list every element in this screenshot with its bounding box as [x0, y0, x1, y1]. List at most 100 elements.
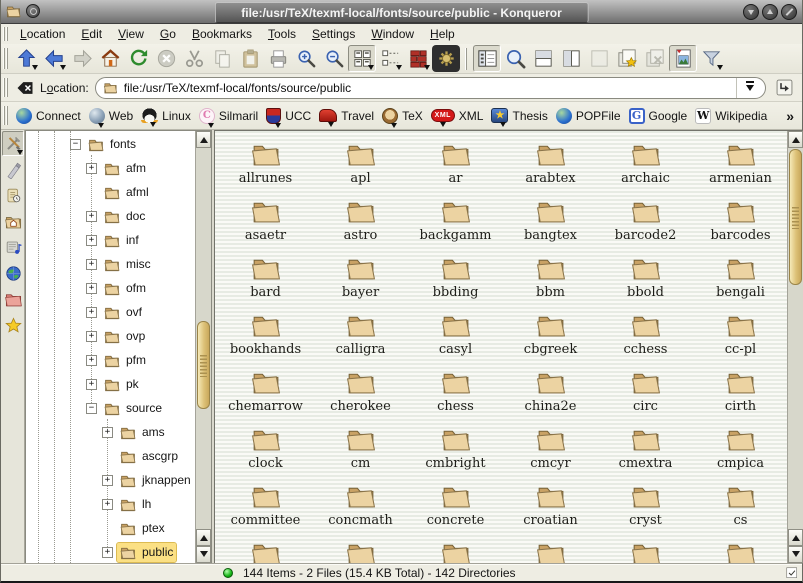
reload-button[interactable]: [124, 45, 152, 72]
expand-icon[interactable]: +: [86, 331, 97, 342]
tree-item-ascgrp[interactable]: ascgrp: [26, 445, 194, 467]
tree-item-lh[interactable]: +lh: [26, 493, 194, 515]
folder-item-calligra[interactable]: calligra: [313, 308, 408, 365]
folder-item-barcode2[interactable]: barcode2: [598, 194, 693, 251]
menu-edit[interactable]: Edit: [73, 26, 110, 42]
folder-item-asaetr[interactable]: asaetr: [218, 194, 313, 251]
folder-item-astro[interactable]: astro: [313, 194, 408, 251]
tree-scroll-up2-button[interactable]: [196, 529, 211, 546]
folder-item-cchess[interactable]: cchess: [598, 308, 693, 365]
expand-icon[interactable]: +: [86, 307, 97, 318]
expand-icon[interactable]: +: [86, 259, 97, 270]
title-bar[interactable]: file:/usr/TeX/texmf-local/fonts/source/p…: [1, 0, 802, 24]
collapse-icon[interactable]: −: [86, 403, 97, 414]
cut-button[interactable]: [180, 45, 208, 72]
folder-item-cmextra[interactable]: cmextra: [598, 422, 693, 479]
tree-scroll-down-button[interactable]: [196, 546, 211, 563]
find-button[interactable]: [501, 45, 529, 72]
filter-button[interactable]: [697, 45, 725, 72]
tree-item-afml[interactable]: afml: [26, 181, 194, 203]
bookmark-linux[interactable]: Linux: [141, 108, 191, 123]
folder-item-cmpica[interactable]: cmpica: [693, 422, 786, 479]
folder-item-partial[interactable]: [693, 536, 786, 563]
folder-item-cc-pl[interactable]: cc-pl: [693, 308, 786, 365]
bookmark-web[interactable]: Web: [89, 108, 133, 124]
folder-item-bangtex[interactable]: bangtex: [503, 194, 598, 251]
tree-item-fonts[interactable]: −fonts: [26, 133, 194, 155]
folder-item-cmcyr[interactable]: cmcyr: [503, 422, 598, 479]
bookmark-xml[interactable]: XMLXML: [431, 109, 484, 123]
forward-arrow-button[interactable]: [68, 45, 96, 72]
copy-button[interactable]: [208, 45, 236, 72]
collapse-icon[interactable]: −: [70, 139, 81, 150]
folder-item-chess[interactable]: chess: [408, 365, 503, 422]
expand-icon[interactable]: +: [86, 283, 97, 294]
expand-icon[interactable]: +: [86, 163, 97, 174]
folder-item-partial[interactable]: [503, 536, 598, 563]
view-scroll-up2-button[interactable]: [788, 529, 803, 546]
tree-item-pk[interactable]: +pk: [26, 373, 194, 395]
locationbar-grip[interactable]: [3, 78, 8, 97]
tree-item-afm[interactable]: +afm: [26, 157, 194, 179]
folder-item-concmath[interactable]: concmath: [313, 479, 408, 536]
folder-item-armenian[interactable]: armenian: [693, 137, 786, 194]
folder-item-cherokee[interactable]: cherokee: [313, 365, 408, 422]
folder-item-chemarrow[interactable]: chemarrow: [218, 365, 313, 422]
pin-button[interactable]: [26, 4, 40, 18]
tree-item-ptex[interactable]: ptex: [26, 517, 194, 539]
up-arrow-button[interactable]: [12, 45, 40, 72]
tree-scrollbar[interactable]: [195, 131, 211, 563]
folder-item-arabtex[interactable]: arabtex: [503, 137, 598, 194]
split-vertical-button[interactable]: [557, 45, 585, 72]
tree-item-source[interactable]: −source: [26, 397, 194, 419]
bookmark-wikipedia[interactable]: WWikipedia: [695, 108, 767, 124]
folder-item-clock[interactable]: clock: [218, 422, 313, 479]
network-globe-button[interactable]: [2, 261, 24, 286]
tree-item-misc[interactable]: +misc: [26, 253, 194, 275]
expand-icon[interactable]: +: [102, 475, 113, 486]
active-view-checkbox[interactable]: [785, 566, 799, 580]
bookmark-silmaril[interactable]: CSilmaril: [199, 108, 258, 124]
bookmarkbar-grip[interactable]: [3, 106, 8, 125]
menu-go[interactable]: Go: [152, 26, 184, 42]
bookmark-google[interactable]: GGoogle: [629, 108, 688, 124]
location-dropdown-button[interactable]: [736, 78, 763, 98]
folder-item-cirth[interactable]: cirth: [693, 365, 786, 422]
location-input[interactable]: file:/usr/TeX/texmf-local/fonts/source/p…: [95, 77, 766, 99]
tree-item-inf[interactable]: +inf: [26, 229, 194, 251]
tree-item-ofm[interactable]: +ofm: [26, 277, 194, 299]
tools-button[interactable]: [2, 131, 24, 156]
folder-item-bbding[interactable]: bbding: [408, 251, 503, 308]
bookmark-travel[interactable]: Travel: [319, 109, 374, 123]
expand-icon[interactable]: +: [86, 211, 97, 222]
view-scroll-down-button[interactable]: [788, 546, 803, 563]
menu-view[interactable]: View: [110, 26, 152, 42]
folder-item-china2e[interactable]: china2e: [503, 365, 598, 422]
menu-settings[interactable]: Settings: [304, 26, 363, 42]
home-button[interactable]: [96, 45, 124, 72]
split-horizontal-button[interactable]: [529, 45, 557, 72]
paste-button[interactable]: [236, 45, 264, 72]
folder-item-partial[interactable]: [408, 536, 503, 563]
bookmarks-star-button[interactable]: [2, 313, 24, 338]
close-tab-button[interactable]: [641, 45, 669, 72]
multicolumn-view-button[interactable]: [376, 45, 404, 72]
tree-scroll-up-button[interactable]: [196, 131, 211, 148]
menu-location[interactable]: Location: [12, 26, 73, 42]
folder-item-cbgreek[interactable]: cbgreek: [503, 308, 598, 365]
folder-item-partial[interactable]: [598, 536, 693, 563]
folder-item-circ[interactable]: circ: [598, 365, 693, 422]
new-tab-button[interactable]: [613, 45, 641, 72]
folder-item-concrete[interactable]: concrete: [408, 479, 503, 536]
folder-item-partial[interactable]: [313, 536, 408, 563]
expand-icon[interactable]: +: [102, 427, 113, 438]
tree-item-public[interactable]: +public: [26, 541, 194, 563]
tree-item-ams[interactable]: +ams: [26, 421, 194, 443]
menu-bookmarks[interactable]: Bookmarks: [184, 26, 260, 42]
close-button[interactable]: [781, 4, 797, 20]
folder-item-cm[interactable]: cm: [313, 422, 408, 479]
folder-item-apl[interactable]: apl: [313, 137, 408, 194]
image-preview-button[interactable]: [669, 45, 697, 72]
menu-help[interactable]: Help: [422, 26, 463, 42]
folder-item-bengali[interactable]: bengali: [693, 251, 786, 308]
